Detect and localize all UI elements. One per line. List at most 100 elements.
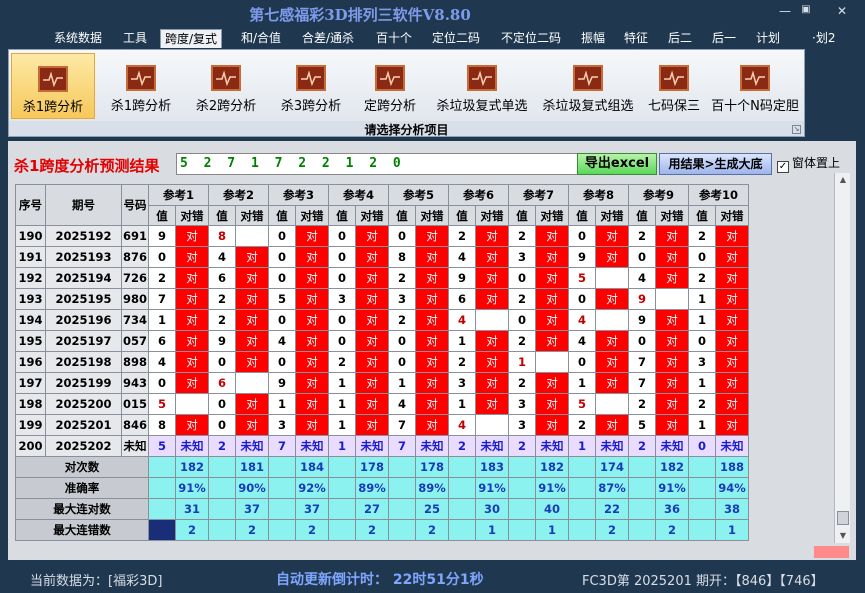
minimize-button[interactable]: —: [775, 4, 795, 18]
hit-cell: 对: [535, 393, 569, 415]
hit-header: 对错: [175, 205, 209, 226]
menu-plan[interactable]: 计划: [752, 29, 784, 48]
stats-spacer-cell: [508, 477, 536, 499]
generate-base-button[interactable]: 用结果>生成大底: [659, 153, 772, 175]
menu-sum-value[interactable]: 和/合值: [237, 29, 285, 48]
value-cell: 9: [268, 372, 296, 394]
ribbon-junk-compound-single[interactable]: 杀垃圾复式单选: [430, 53, 534, 119]
stats-value: 87%: [595, 477, 629, 499]
menu-amplitude[interactable]: 振幅: [577, 29, 609, 48]
hit-cell: 对: [295, 288, 329, 310]
ribbon-panel: 杀1跨分析 杀1跨分析 杀2跨分析 杀3跨分析 定跨分析 杀垃圾复式单选 杀垃圾…: [8, 49, 805, 137]
menu-hundreds-tens-units[interactable]: 百十个: [372, 29, 416, 48]
menu-last-one[interactable]: 后一: [708, 29, 740, 48]
value-cell: 3: [508, 393, 536, 415]
ribbon-seven-code-keep-three[interactable]: 七码保三: [642, 53, 706, 119]
period-cell: 2025197: [45, 330, 122, 352]
table-row[interactable]: 194 2025196 734 1 对 2 对 0 对 0 对 2 对 4 0 对 4 9 对 1 对: [15, 309, 749, 331]
menu-sum-diff-kill[interactable]: 合差/通杀: [298, 29, 358, 48]
menu-plan-2[interactable]: ·划2: [808, 29, 839, 48]
table-row[interactable]: 193 2025195 980 7 对 2 对 5 对 3 对 3 对 6 对 2 对 0 对 9 1 对: [15, 288, 749, 310]
export-excel-button[interactable]: 导出excel: [577, 153, 657, 175]
hit-cell: 对: [715, 372, 749, 394]
hit-header: 对错: [235, 205, 269, 226]
checkbox-icon[interactable]: ✓: [777, 161, 789, 173]
value-cell: 1: [328, 393, 356, 415]
ribbon-junk-compound-group[interactable]: 杀垃圾复式组选: [537, 53, 639, 119]
hit-header: 对错: [655, 205, 689, 226]
table-row[interactable]: 192 2025194 726 2 对 6 对 0 对 0 对 2 对 9 对 0 对 5 4 对 2 对: [15, 267, 749, 289]
stats-value: 2: [355, 519, 389, 541]
ribbon-kill-2-span[interactable]: 杀2跨分析: [186, 53, 266, 119]
table-row[interactable]: 191 2025193 876 0 对 4 对 0 对 0 对 8 对 4 对 3 对 9 对 0 对 0 对: [15, 246, 749, 268]
value-cell: 5: [628, 414, 656, 436]
value-cell: 6: [208, 267, 236, 289]
hit-cell: 对: [715, 393, 749, 415]
menu-span-compound[interactable]: 跨度/复式: [160, 29, 223, 48]
stats-value: 27: [355, 498, 389, 520]
close-button[interactable]: ✕: [832, 4, 852, 18]
menu-fixed-two-codes[interactable]: 定位二码: [428, 29, 484, 48]
pending-row[interactable]: 200 2025202 未知 5 未知 2 未知 7 未知 1 未知 7 未知 2 未知 2 未知 1 未知 2 未知 0…: [15, 435, 749, 457]
hit-cell: 对: [475, 225, 509, 247]
period-cell: 2025199: [45, 372, 122, 394]
menu-last-two[interactable]: 后二: [664, 29, 696, 48]
table-row[interactable]: 190 2025192 691 9 对 8 0 对 0 对 0 对 2 对 2 对 0 对 2 对 2 对: [15, 225, 749, 247]
hit-cell: 对: [535, 246, 569, 268]
unknown-cell: 未知: [595, 435, 629, 457]
value-cell: 2: [508, 225, 536, 247]
ribbon-kill-3-span[interactable]: 杀3跨分析: [271, 53, 351, 119]
stats-value: 22: [595, 498, 629, 520]
ribbon-kill-1-span-active[interactable]: 杀1跨分析: [11, 53, 95, 119]
value-cell: 7: [148, 288, 176, 310]
menu-features[interactable]: 特征: [620, 29, 652, 48]
unknown-cell: 未知: [715, 435, 749, 457]
value-cell: 0: [148, 372, 176, 394]
code-cell: 057: [121, 330, 149, 352]
result-value-field[interactable]: 5 2 7 1 7 2 2 1 2 0: [176, 153, 584, 175]
menu-system-data[interactable]: 系统数据: [50, 29, 106, 48]
scroll-down-icon[interactable]: ▼: [835, 529, 851, 543]
ribbon-expand-icon[interactable]: ↘: [792, 125, 801, 134]
ribbon-button-label: 杀3跨分析: [280, 99, 342, 114]
hit-cell: 对: [295, 351, 329, 373]
scroll-up-icon[interactable]: ▲: [835, 173, 851, 187]
value-cell: 2: [508, 372, 536, 394]
value-cell: 0: [628, 330, 656, 352]
value-cell: 4: [568, 330, 596, 352]
ribbon-n-code-fixed-gall[interactable]: 百十个N码定胆: [707, 53, 803, 119]
scroll-thumb[interactable]: [837, 511, 849, 525]
stats-value: 30: [475, 498, 509, 520]
hit-header: 对错: [475, 205, 509, 226]
value-cell: 3: [508, 414, 536, 436]
stats-value: 94%: [715, 477, 749, 499]
latest-draw-text: FC3D第 2025201 期开：【846】【746】: [582, 574, 824, 589]
ribbon-kill-1-span[interactable]: 杀1跨分析: [101, 53, 181, 119]
topmost-checkbox[interactable]: ✓ 窗体置上: [777, 154, 840, 173]
period-cell: 2025202: [45, 435, 122, 457]
stats-spacer-cell: [268, 456, 296, 478]
table-row[interactable]: 195 2025197 057 6 对 9 对 4 对 0 对 0 对 1 对 2 对 4 对 0 对 0 对: [15, 330, 749, 352]
value-cell: 0: [328, 309, 356, 331]
value-cell: 2: [328, 351, 356, 373]
maximize-button[interactable]: ▣: [796, 4, 816, 15]
hit-cell: 对: [475, 393, 509, 415]
menu-tools[interactable]: 工具: [119, 29, 151, 48]
stats-value: 182: [535, 456, 569, 478]
hit-cell: 对: [235, 288, 269, 310]
hit-cell: 对: [415, 414, 449, 436]
stats-value: 91%: [175, 477, 209, 499]
table-row[interactable]: 198 2025200 015 5 0 对 1 对 1 对 4 对 1 对 3 对 5 2 对 2 对: [15, 393, 749, 415]
table-row[interactable]: 197 2025199 943 0 对 6 9 对 1 对 1 对 3 对 2 对 1 对 7 对 1 对: [15, 372, 749, 394]
vertical-scrollbar[interactable]: ▲ ▼: [834, 173, 850, 543]
stats-value: 183: [475, 456, 509, 478]
table-row[interactable]: 199 2025201 846 8 对 0 对 3 对 1 对 7 对 4 3 对 2 对 5 对 1 对: [15, 414, 749, 436]
ribbon-fixed-span[interactable]: 定跨分析: [355, 53, 425, 119]
value-cell: 6: [148, 330, 176, 352]
stats-value: 2: [415, 519, 449, 541]
menu-unfixed-two-codes[interactable]: 不定位二码: [497, 29, 565, 48]
chart-icon: [659, 65, 689, 91]
stats-value: 25: [415, 498, 449, 520]
value-cell: 2: [508, 330, 536, 352]
table-row[interactable]: 196 2025198 898 4 对 0 对 0 对 2 对 0 对 2 对 1 0 对 7 对 3 对: [15, 351, 749, 373]
